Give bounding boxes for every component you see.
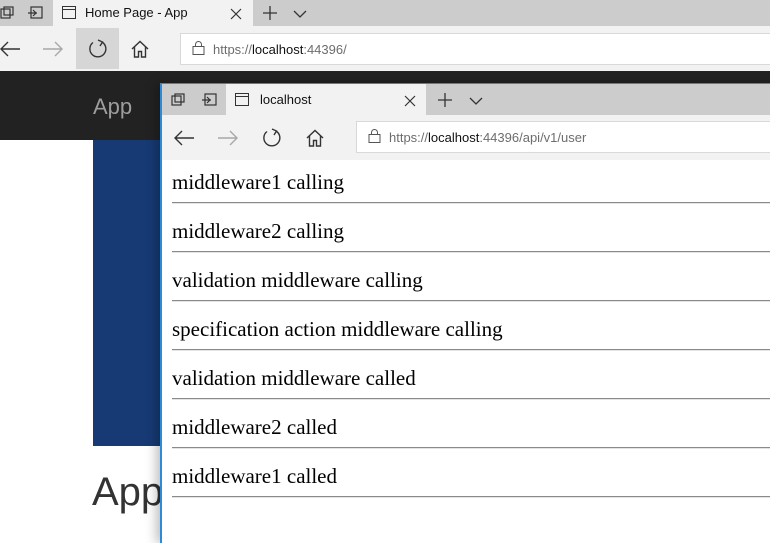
tab-preview-icon[interactable] xyxy=(171,93,185,112)
log-line-text: middleware1 called xyxy=(172,464,338,488)
close-icon[interactable] xyxy=(230,7,242,25)
set-aside-tabs-icon[interactable] xyxy=(201,93,217,112)
tab-preview-icon[interactable] xyxy=(0,6,14,25)
address-field[interactable]: https://localhost:44396/ xyxy=(180,33,770,65)
log-line: specification action middleware calling xyxy=(172,317,770,361)
log-line-text: middleware1 calling xyxy=(172,170,345,194)
chevron-down-icon[interactable] xyxy=(468,94,484,112)
log-line: validation middleware called xyxy=(172,366,770,410)
log-line: middleware2 calling xyxy=(172,219,770,263)
lock-icon xyxy=(368,128,381,146)
url-host: localhost xyxy=(428,129,480,145)
lock-icon xyxy=(192,40,205,58)
set-aside-tabs-icon[interactable] xyxy=(27,6,43,25)
page-heading: App xyxy=(92,470,164,514)
horizontal-rule xyxy=(172,496,770,498)
refresh-icon xyxy=(263,128,281,147)
home-icon xyxy=(131,40,149,58)
log-line: middleware2 called xyxy=(172,415,770,459)
refresh-icon xyxy=(88,38,107,58)
page-icon xyxy=(62,6,76,24)
url-host: localhost xyxy=(252,41,304,57)
log-line: middleware1 calling xyxy=(172,170,770,214)
home-button[interactable] xyxy=(297,118,333,158)
back-tab-strip: Home Page - App xyxy=(0,0,770,26)
tab-localhost[interactable]: localhost xyxy=(226,84,426,115)
tab-title: localhost xyxy=(260,92,312,107)
front-tab-strip: localhost xyxy=(162,84,770,115)
close-icon[interactable] xyxy=(404,94,416,112)
log-line: validation middleware calling xyxy=(172,268,770,312)
navbar-brand[interactable]: App xyxy=(93,94,132,120)
horizontal-rule xyxy=(172,202,770,204)
back-arrow-icon xyxy=(0,41,20,57)
refresh-button[interactable] xyxy=(254,118,290,158)
forward-arrow-icon xyxy=(218,130,238,146)
forward-button[interactable] xyxy=(35,29,71,69)
horizontal-rule xyxy=(172,398,770,400)
front-browser-window: localhost https://localhost:44396/api/v… xyxy=(160,83,770,543)
horizontal-rule xyxy=(172,300,770,302)
log-line: middleware1 called xyxy=(172,464,770,508)
tab-home-page[interactable]: Home Page - App xyxy=(53,0,253,26)
horizontal-rule xyxy=(172,447,770,449)
back-arrow-icon xyxy=(174,130,194,146)
url-scheme: https:// xyxy=(213,41,253,57)
front-address-bar: https://localhost:44396/api/v1/user xyxy=(162,115,770,160)
log-line-text: validation middleware calling xyxy=(172,268,423,292)
url-path: :44396/ xyxy=(303,41,347,57)
home-icon xyxy=(306,129,324,147)
log-line-text: middleware2 called xyxy=(172,415,338,439)
forward-button[interactable] xyxy=(210,118,246,158)
new-tab-icon[interactable] xyxy=(437,92,453,113)
log-line-text: middleware2 calling xyxy=(172,219,345,243)
back-button[interactable] xyxy=(0,29,28,69)
home-button[interactable] xyxy=(122,29,158,69)
back-button[interactable] xyxy=(166,118,202,158)
tab-title: Home Page - App xyxy=(85,5,188,20)
chevron-down-icon[interactable] xyxy=(292,7,308,25)
back-address-bar: https://localhost:44396/ xyxy=(0,26,770,71)
horizontal-rule xyxy=(172,251,770,253)
new-tab-icon[interactable] xyxy=(262,5,278,26)
log-line-text: specification action middleware calling xyxy=(172,317,503,341)
url-scheme: https:// xyxy=(389,129,429,145)
forward-arrow-icon xyxy=(43,41,63,57)
page-icon xyxy=(235,93,249,111)
log-line-text: validation middleware called xyxy=(172,366,416,390)
hero-banner xyxy=(93,140,163,446)
refresh-button[interactable] xyxy=(76,28,119,69)
horizontal-rule xyxy=(172,349,770,351)
url-path: :44396/api/v1/user xyxy=(479,129,587,145)
address-field[interactable]: https://localhost:44396/api/v1/user xyxy=(356,121,770,153)
